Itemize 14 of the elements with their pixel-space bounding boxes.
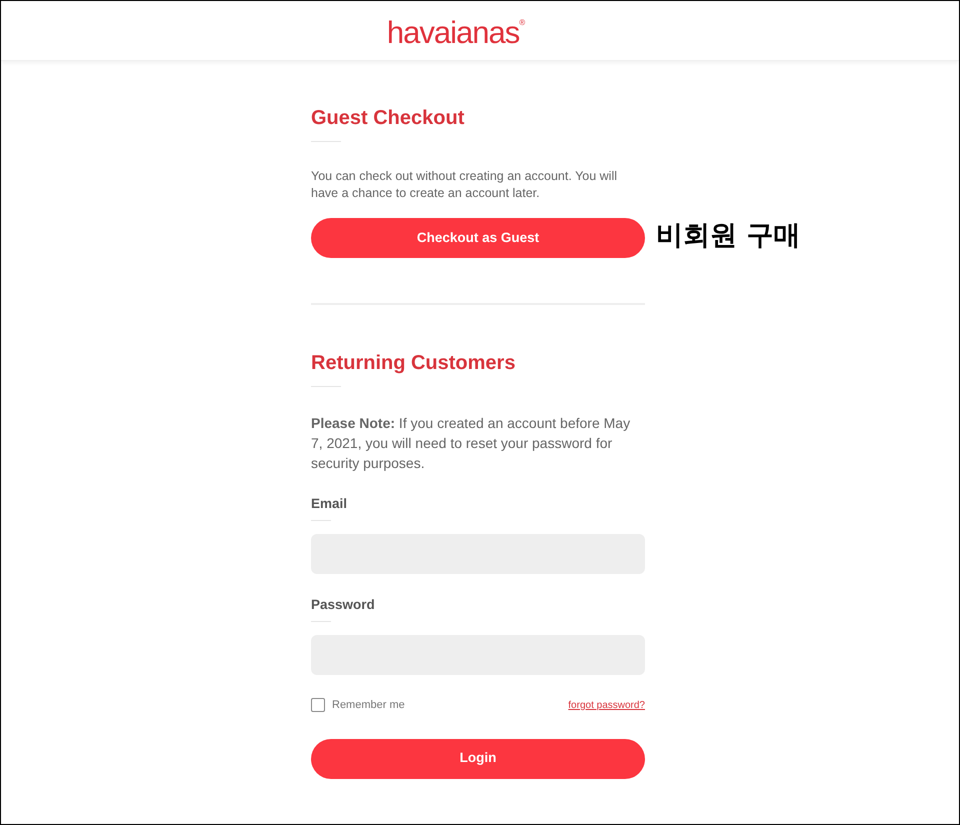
registered-mark: ® [519,17,526,27]
forgot-password-link[interactable]: forgot password? [568,698,645,713]
field-label: Password [311,596,376,614]
logo[interactable]: havaianas [386,13,520,48]
field-label: Email [311,495,348,513]
login-button[interactable]: Login [311,738,645,778]
description-text: You can check out without creating an account. You will have a chance to create an account later. [311,168,618,202]
annotation-text: 비회원 구매 [656,219,800,253]
section-heading: Returning Customers [311,351,516,375]
section-heading: Guest Checkout [311,106,466,130]
checkout-as-guest-button[interactable]: Checkout as Guest [311,218,645,258]
checkbox[interactable] [311,698,325,712]
note-text: Please Note: If you created an account before May 7, 2021, you will need to reset your password for security purposes. [311,414,632,473]
checkbox-label: Remember me [332,698,405,713]
